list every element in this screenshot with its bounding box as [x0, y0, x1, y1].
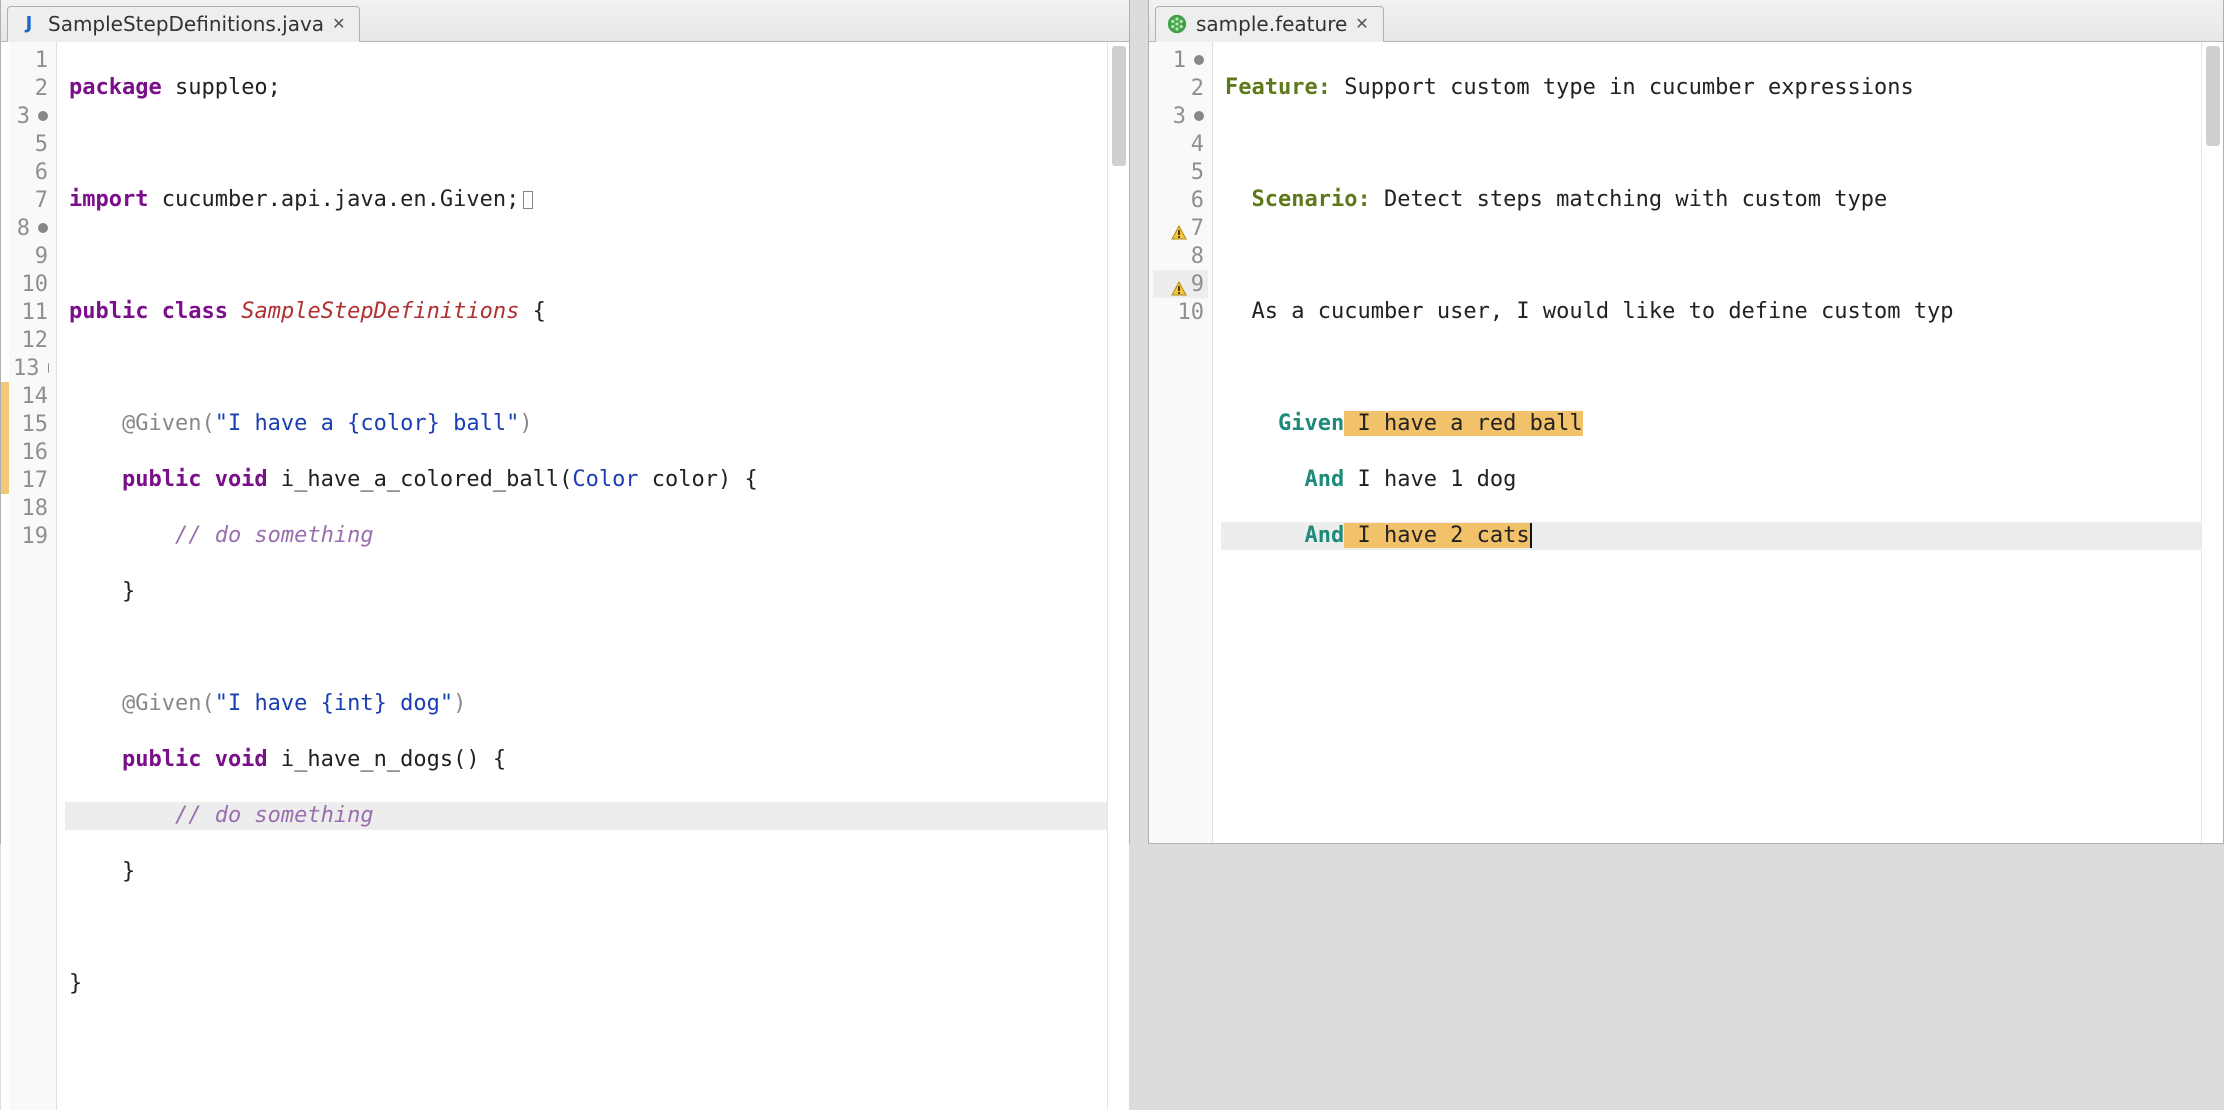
comment: // do something — [69, 523, 374, 548]
scenario-keyword: Scenario: — [1225, 187, 1371, 212]
text: ) — [519, 411, 532, 436]
highlighted-step: I have a red ball — [1344, 411, 1582, 436]
editor-right[interactable]: 1 2 3 4 5 6 7 8 9 10 Feature: Support cu… — [1149, 42, 2223, 843]
scroll-thumb[interactable] — [2206, 46, 2220, 146]
class-name: SampleStepDefinitions — [241, 299, 519, 324]
text: I have 1 dog — [1344, 467, 1516, 492]
text: As a cucumber user, I would like to defi… — [1225, 299, 1953, 324]
keyword: public void — [69, 747, 268, 772]
string: "I have {int} dog" — [215, 691, 453, 716]
java-file-icon: J — [18, 13, 40, 35]
keyword: public — [69, 299, 148, 324]
text: Detect steps matching with custom type — [1371, 187, 1888, 212]
fold-marker-icon[interactable] — [1194, 111, 1204, 121]
editor-pane-left: J SampleStepDefinitions.java ✕ 1 2 3 5 6… — [0, 0, 1130, 844]
scroll-thumb[interactable] — [1112, 46, 1126, 166]
ide-workspace: J SampleStepDefinitions.java ✕ 1 2 3 5 6… — [0, 0, 2224, 844]
text: } — [69, 579, 135, 604]
method-name: i_have_a_colored_ball( — [268, 467, 573, 492]
fold-marker-icon[interactable] — [1194, 55, 1204, 65]
tab-label: SampleStepDefinitions.java — [48, 12, 324, 36]
fold-marker-icon[interactable] — [48, 363, 49, 373]
fold-marker-icon[interactable] — [38, 111, 48, 121]
text: } — [69, 971, 82, 996]
line-gutter: 1 2 3 4 5 6 7 8 9 10 — [1149, 42, 1213, 843]
step-keyword: Given — [1225, 411, 1344, 436]
line-gutter: 1 2 3 5 6 7 8 9 10 11 12 13 14 15 16 17 … — [9, 42, 57, 1110]
editor-pane-right: sample.feature ✕ 1 2 3 4 5 6 7 8 9 10 Fe… — [1148, 0, 2224, 844]
text: { — [519, 299, 546, 324]
tab-label: sample.feature — [1196, 12, 1347, 36]
text: } — [69, 859, 135, 884]
code-area[interactable]: package suppleo; import cucumber.api.jav… — [57, 42, 1107, 1110]
keyword: class — [162, 299, 228, 324]
tabbar-right: sample.feature ✕ — [1149, 0, 2223, 42]
keyword: import — [69, 187, 148, 212]
text: cucumber.api.java.en.Given; — [148, 187, 519, 212]
annotation: @Given( — [69, 411, 215, 436]
text: ) — [453, 691, 466, 716]
warning-icon[interactable] — [1171, 276, 1187, 292]
text: suppleo; — [162, 75, 281, 100]
step-keyword: And — [1225, 523, 1344, 548]
tab-feature-file[interactable]: sample.feature ✕ — [1155, 6, 1384, 42]
highlighted-step: I have 2 cats — [1344, 523, 1531, 548]
ime-placeholder-icon — [523, 191, 533, 209]
type: Color — [572, 467, 638, 492]
fold-marker-icon[interactable] — [38, 223, 48, 233]
keyword: public void — [69, 467, 268, 492]
feature-keyword: Feature: — [1225, 75, 1331, 100]
warning-icon[interactable] — [1171, 220, 1187, 236]
tab-java-file[interactable]: J SampleStepDefinitions.java ✕ — [7, 6, 360, 42]
close-icon[interactable]: ✕ — [1355, 14, 1368, 33]
text: color) { — [639, 467, 758, 492]
editor-left[interactable]: 1 2 3 5 6 7 8 9 10 11 12 13 14 15 16 17 … — [1, 42, 1129, 1110]
annotation: @Given( — [69, 691, 215, 716]
method-name: i_have_n_dogs() { — [268, 747, 506, 772]
change-marker-column — [1, 42, 9, 1110]
step-keyword: And — [1225, 467, 1344, 492]
overview-ruler[interactable] — [2201, 42, 2223, 843]
text: Support custom type in cucumber expressi… — [1331, 75, 1914, 100]
cucumber-file-icon — [1166, 13, 1188, 35]
keyword: package — [69, 75, 162, 100]
code-area[interactable]: Feature: Support custom type in cucumber… — [1213, 42, 2201, 843]
close-icon[interactable]: ✕ — [332, 14, 345, 33]
pane-divider[interactable] — [1130, 0, 1148, 844]
string: "I have a {color} ball" — [215, 411, 520, 436]
comment: // do something — [69, 803, 374, 828]
tabbar-left: J SampleStepDefinitions.java ✕ — [1, 0, 1129, 42]
overview-ruler[interactable] — [1107, 42, 1129, 1110]
